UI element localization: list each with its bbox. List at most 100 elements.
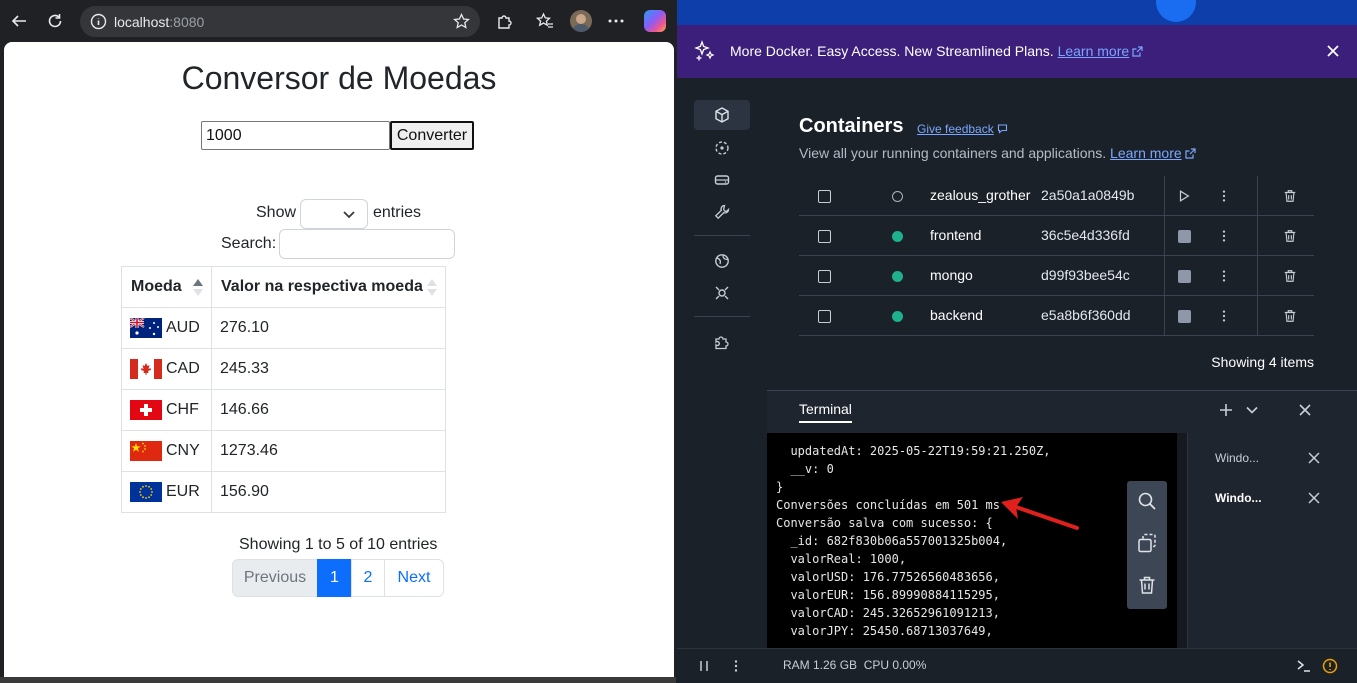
clear-trash-icon[interactable] <box>1137 575 1157 595</box>
tab-terminal[interactable]: Terminal <box>799 401 852 423</box>
stop-button[interactable] <box>1176 228 1192 244</box>
start-button[interactable] <box>1176 188 1192 204</box>
profile-avatar[interactable] <box>570 10 592 32</box>
browser-menu-button[interactable] <box>604 9 628 33</box>
chevron-down-icon[interactable] <box>1245 403 1259 417</box>
bookmark-star-icon[interactable] <box>453 13 470 30</box>
sidebar-item-docker-hub[interactable] <box>694 246 750 276</box>
column-divider <box>1257 176 1258 216</box>
scout-icon <box>715 286 729 300</box>
avatar-face <box>576 14 586 24</box>
delete-button[interactable] <box>1282 188 1298 204</box>
favorites-button[interactable] <box>533 9 557 33</box>
page-2-button[interactable]: 2 <box>351 559 385 597</box>
wrench-icon <box>714 204 730 220</box>
value-cell: 276.10 <box>211 307 446 349</box>
close-icon[interactable] <box>1308 492 1320 504</box>
terminal-prompt-icon[interactable] <box>1296 658 1312 674</box>
amount-input[interactable] <box>201 121 390 150</box>
terminal-session-item[interactable]: Windo... <box>1215 451 1259 465</box>
terminal-session-item-active[interactable]: Windo... <box>1215 491 1262 505</box>
delete-button[interactable] <box>1282 308 1298 324</box>
close-icon[interactable] <box>1308 452 1320 464</box>
row-checkbox[interactable] <box>818 190 831 203</box>
give-feedback-link[interactable]: Give feedback <box>917 122 1008 136</box>
promo-learn-more-link[interactable]: Learn more <box>1058 43 1130 59</box>
more-vertical-icon[interactable] <box>729 659 743 673</box>
container-name[interactable]: frontend <box>930 227 981 243</box>
sidebar-item-images[interactable] <box>694 133 750 163</box>
chevron-down-icon <box>343 211 355 219</box>
terminal-output[interactable]: updatedAt: 2025-05-22T19:59:21.250Z, __v… <box>767 433 1177 649</box>
container-name[interactable]: mongo <box>930 267 973 283</box>
container-name[interactable]: zealous_grother <box>930 187 1030 203</box>
row-menu-button[interactable] <box>1216 268 1232 284</box>
search-input[interactable] <box>279 229 455 259</box>
container-name[interactable]: backend <box>930 307 983 323</box>
container-id: e5a8b6f360dd <box>1041 307 1131 323</box>
terminal-scrollbar[interactable] <box>1177 433 1187 649</box>
column-header-valor[interactable]: Valor na respectiva moeda <box>211 266 446 308</box>
copilot-icon[interactable] <box>644 10 666 32</box>
delete-button[interactable] <box>1282 228 1298 244</box>
search-icon[interactable] <box>1137 491 1157 511</box>
row-menu-button[interactable] <box>1216 188 1232 204</box>
sidebar-item-extensions[interactable] <box>694 327 750 357</box>
entries-per-page-select[interactable] <box>300 199 368 229</box>
row-checkbox[interactable] <box>818 310 831 323</box>
table-row: AUD 276.10 <box>121 307 446 349</box>
trash-icon <box>1284 310 1296 322</box>
add-terminal-icon[interactable] <box>1219 403 1233 417</box>
site-info-icon[interactable] <box>90 13 107 30</box>
sidebar-divider <box>694 316 750 317</box>
australia-flag-icon <box>130 318 162 338</box>
docker-desktop-window: More Docker. Easy Access. New Streamline… <box>677 0 1357 683</box>
sort-icon <box>193 279 203 297</box>
pause-icon[interactable] <box>697 659 711 673</box>
page-1-button[interactable]: 1 <box>317 559 352 597</box>
titlebar-account-button[interactable] <box>1156 0 1196 22</box>
sidebar-item-containers[interactable] <box>694 100 750 130</box>
table-row: EUR 156.90 <box>121 471 446 513</box>
subtitle-text: View all your running containers and app… <box>799 145 1107 161</box>
convert-button[interactable]: Converter <box>390 121 474 150</box>
row-checkbox[interactable] <box>818 230 831 243</box>
row-checkbox[interactable] <box>818 270 831 283</box>
trash-icon <box>1284 230 1296 242</box>
sidebar-item-volumes[interactable] <box>694 165 750 195</box>
address-bar[interactable]: localhost:8080 <box>80 6 480 37</box>
container-row[interactable]: mongo d99f93bee54c <box>799 256 1314 296</box>
currency-cell: EUR <box>121 471 212 513</box>
terminal-line: valorReal: 1000, <box>776 552 907 566</box>
row-menu-button[interactable] <box>1216 308 1232 324</box>
row-menu-button[interactable] <box>1216 228 1232 244</box>
extensions-button[interactable] <box>493 9 517 33</box>
sidebar-item-builds[interactable] <box>694 197 750 227</box>
favorites-icon <box>536 12 553 28</box>
delete-button[interactable] <box>1282 268 1298 284</box>
terminal-line: valorJPY: 25450.68713037649, <box>776 624 993 638</box>
ram-usage: RAM 1.26 GB <box>783 658 858 672</box>
close-icon[interactable] <box>1325 43 1341 59</box>
resource-usage: RAM 1.26 GB CPU 0.00% <box>783 658 926 672</box>
learn-more-link[interactable]: Learn more <box>1110 145 1182 161</box>
sidebar-item-scout[interactable] <box>694 278 750 308</box>
close-icon[interactable] <box>1298 403 1312 417</box>
container-row[interactable]: zealous_grother 2a50a1a0849b <box>799 176 1314 216</box>
copy-icon[interactable] <box>1137 533 1157 553</box>
container-id: 2a50a1a0849b <box>1041 187 1135 203</box>
column-header-moeda[interactable]: Moeda <box>121 266 212 308</box>
more-vertical-icon <box>1222 270 1226 282</box>
notification-alert-icon[interactable] <box>1322 658 1338 674</box>
value-cell: 245.33 <box>211 348 446 390</box>
reload-button[interactable] <box>43 9 67 33</box>
stop-button[interactable] <box>1176 268 1192 284</box>
currency-code: CNY <box>166 442 200 459</box>
next-page-button[interactable]: Next <box>384 559 444 597</box>
back-button[interactable] <box>7 9 31 33</box>
container-row[interactable]: backend e5a8b6f360dd <box>799 296 1314 336</box>
value-cell: 156.90 <box>211 471 446 513</box>
stop-button[interactable] <box>1176 308 1192 324</box>
previous-page-button[interactable]: Previous <box>232 559 318 597</box>
container-row[interactable]: frontend 36c5e4d336fd <box>799 216 1314 256</box>
